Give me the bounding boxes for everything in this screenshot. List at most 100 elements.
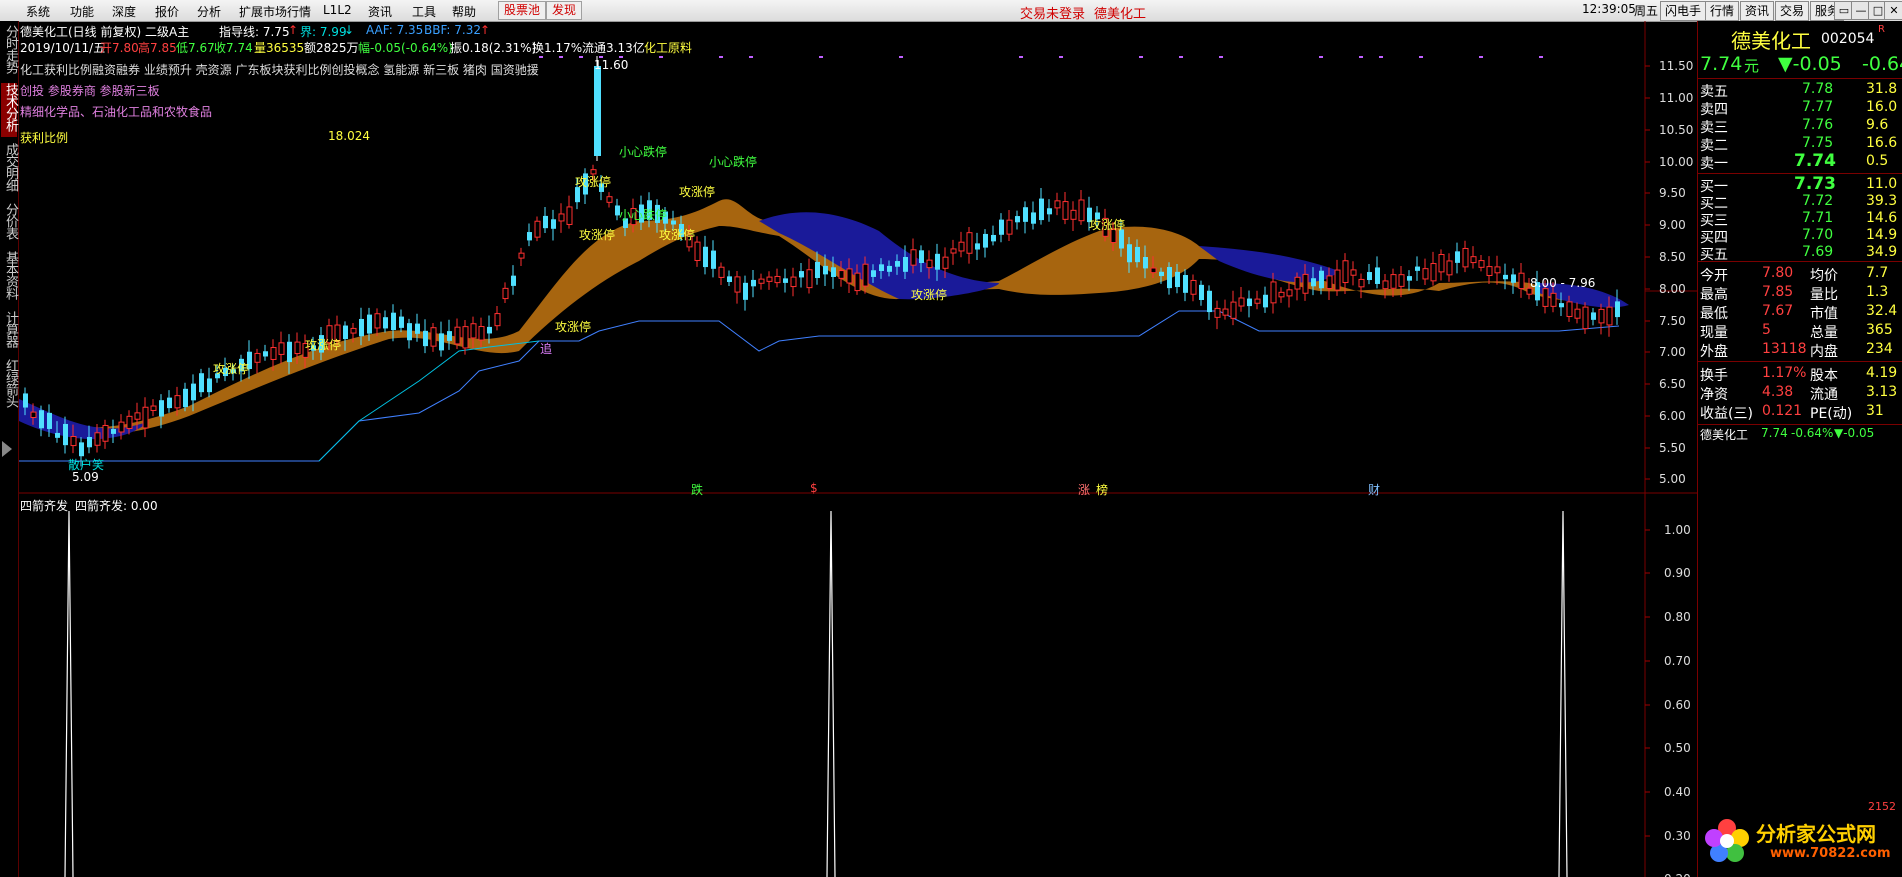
ask-row-1-volume: 0.5 — [1866, 153, 1889, 169]
candle-down — [879, 264, 884, 272]
stock-pool-button[interactable]: 股票池 — [498, 1, 547, 20]
peak-candle — [594, 66, 601, 156]
news-button[interactable]: 资讯 — [1740, 1, 1775, 21]
login-status[interactable]: 交易未登录 — [1020, 3, 1085, 22]
candle-down — [1503, 274, 1508, 280]
stat-row-2-cell-1: 7.67 — [1762, 303, 1794, 319]
price-axis-label: 5.50 — [1659, 441, 1686, 455]
candle-up — [1006, 219, 1013, 235]
menu-item-2[interactable]: 深度 — [112, 3, 136, 20]
stat-row-1-cell-1: 7.85 — [1762, 284, 1794, 300]
close-icon[interactable]: ✕ — [1884, 1, 1902, 20]
tab-fundamentals[interactable]: 基本资料 — [1, 251, 18, 305]
candle-up — [30, 411, 37, 418]
candle-up — [854, 272, 861, 292]
dot-marker — [1319, 56, 1323, 58]
candle-up — [1470, 256, 1477, 264]
ask-row-5-price[interactable]: 7.78 — [1802, 81, 1833, 97]
candle-down — [935, 253, 940, 270]
menu-item-1[interactable]: 功能 — [70, 3, 94, 20]
bid-row-3-price[interactable]: 7.71 — [1802, 210, 1833, 226]
candle-down — [511, 275, 516, 286]
candle-up — [1598, 308, 1605, 324]
candle-down — [1175, 271, 1180, 288]
candle-up — [1494, 266, 1501, 274]
candle-up — [462, 326, 469, 349]
candle-down — [1119, 229, 1124, 249]
candle-up — [966, 232, 973, 254]
stat-row-3-cell-2: 总量 — [1810, 325, 1838, 341]
candle-down — [751, 279, 756, 287]
stat2-row-2-cell-1: 0.121 — [1762, 403, 1803, 419]
candle-up — [278, 342, 285, 355]
quote-price: 7.74 — [1700, 53, 1743, 75]
tab-price-distribution[interactable]: 分价表 — [1, 203, 18, 245]
candle-down — [1407, 276, 1412, 281]
trade-button[interactable]: 交易 — [1775, 1, 1810, 21]
candle-down — [1375, 267, 1380, 284]
menu-item-9[interactable]: 帮助 — [452, 3, 476, 20]
menu-item-7[interactable]: 资讯 — [368, 3, 392, 20]
candle-up — [758, 278, 765, 284]
candle-up — [1190, 279, 1197, 295]
menu-item-0[interactable]: 系统 — [26, 3, 50, 20]
candle-down — [159, 400, 164, 417]
quote-button[interactable]: 行情 — [1705, 1, 1740, 21]
menu-item-5[interactable]: 扩展市场行情 — [239, 3, 311, 20]
discover-button[interactable]: 发现 — [546, 1, 583, 20]
price-axis-label: 10.50 — [1659, 123, 1693, 137]
tab-red-green-arrow[interactable]: 红绿箭头 — [1, 359, 18, 415]
tab-calculator[interactable]: 计算器 — [1, 311, 18, 353]
tab-trade-detail[interactable]: 成交明细 — [1, 143, 18, 197]
price-axis-label: 8.50 — [1659, 250, 1686, 264]
flash-trade-button[interactable]: 闪电手 — [1660, 1, 1707, 21]
ask-row-3-price[interactable]: 7.76 — [1802, 117, 1833, 133]
sub-spike — [64, 510, 74, 877]
bid-row-4-price[interactable]: 7.70 — [1802, 227, 1833, 243]
candle-down — [823, 265, 828, 275]
sub-axis-label: 0.40 — [1664, 785, 1691, 799]
signal-label: 攻涨停 — [579, 227, 615, 242]
candle-down — [703, 246, 708, 268]
kline-chart[interactable]: 攻涨停小心跌停小心跌停攻涨停攻涨停小心跌停攻涨停攻涨停攻涨停攻涨停攻涨停攻涨停 … — [19, 21, 1697, 877]
bid-row-2-price[interactable]: 7.72 — [1802, 193, 1833, 209]
ask-row-2-price[interactable]: 7.75 — [1802, 135, 1833, 151]
menu-item-4[interactable]: 分析 — [197, 3, 221, 20]
candle-down — [983, 233, 988, 248]
menu-item-6[interactable]: L1L2 — [323, 3, 352, 17]
side-tabs: 分时走势 技术分析 成交明细 分价表 基本资料 计算器 红绿箭头 — [0, 21, 19, 877]
price-axis-label: 5.00 — [1659, 472, 1686, 486]
candle-up — [1478, 260, 1485, 268]
candle-up — [1054, 200, 1061, 209]
candle-down — [975, 243, 980, 250]
bid-row-2-volume: 39.3 — [1866, 193, 1898, 209]
candle-down — [999, 219, 1004, 235]
dot-marker — [1479, 56, 1483, 58]
menu-item-3[interactable]: 报价 — [155, 3, 179, 20]
bid-row-1-price[interactable]: 7.73 — [1794, 174, 1836, 194]
stat-row-4-cell-0: 外盘 — [1700, 344, 1728, 360]
menu-item-8[interactable]: 工具 — [412, 3, 436, 20]
price-axis-label: 8.00 — [1659, 282, 1686, 296]
watermark: 分析家公式网 www.70822.com — [1700, 812, 1900, 874]
candle-up — [566, 206, 573, 225]
signal-label: 攻涨停 — [1089, 217, 1125, 232]
ask-row-1-price[interactable]: 7.74 — [1794, 151, 1836, 171]
candle-up — [430, 327, 437, 347]
sub-spike — [1558, 510, 1568, 877]
stat-row-2-cell-2: 市值 — [1810, 306, 1838, 322]
bid-row-3-volume: 14.6 — [1866, 210, 1898, 226]
ask-row-4-price[interactable]: 7.77 — [1802, 99, 1833, 115]
signal-label: 攻涨停 — [679, 184, 715, 199]
candle-down — [359, 318, 364, 337]
signal-label: 小心跌停 — [619, 144, 667, 159]
candle-down — [183, 388, 188, 408]
bid-row-5-price[interactable]: 7.69 — [1802, 244, 1833, 260]
tab-technical[interactable]: 技术分析 — [1, 83, 18, 137]
quote-change: ▼-0.05 — [1778, 53, 1842, 75]
tab-intraday[interactable]: 分时走势 — [1, 25, 18, 77]
collapse-arrow-icon[interactable] — [2, 441, 12, 457]
ask-row-5-label: 卖五 — [1700, 84, 1728, 100]
candle-up — [1350, 269, 1357, 276]
stat-row-2-cell-3: 32.4 — [1866, 303, 1898, 319]
